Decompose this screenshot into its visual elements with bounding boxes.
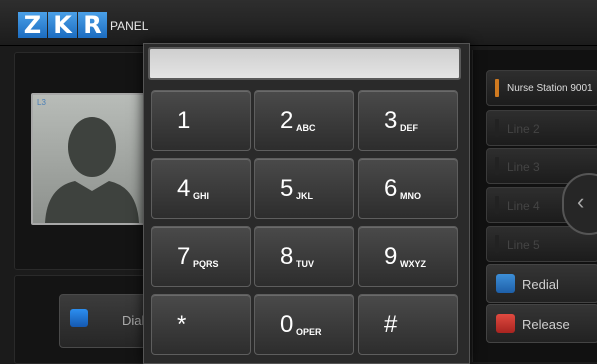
- redial-button[interactable]: Redial: [486, 264, 597, 303]
- release-button[interactable]: Release: [486, 304, 597, 343]
- line-button-2[interactable]: Line 2: [486, 110, 597, 146]
- line-status-indicator: [495, 119, 499, 137]
- dial-number-input[interactable]: [148, 47, 461, 80]
- key-9[interactable]: 9 WXYZ: [358, 226, 458, 287]
- top-bar: Z K R PANEL: [0, 0, 597, 46]
- contact-tag: L3: [37, 98, 46, 107]
- key-hash[interactable]: #: [358, 294, 458, 355]
- zkr-logo: Z K R: [18, 12, 108, 38]
- dial-button[interactable]: Dial: [59, 294, 151, 348]
- panel-title: PANEL: [110, 19, 149, 33]
- key-6[interactable]: 6 MNO: [358, 158, 458, 219]
- key-2[interactable]: 2 ABC: [254, 90, 354, 151]
- line-status-indicator: [495, 196, 499, 214]
- key-1[interactable]: 1: [151, 90, 251, 151]
- key-star[interactable]: *: [151, 294, 251, 355]
- line-status-indicator: [495, 157, 499, 175]
- contact-avatar: L3: [31, 93, 153, 225]
- person-silhouette-icon: [45, 117, 139, 223]
- chevron-left-icon: ‹: [577, 189, 585, 214]
- redial-icon: [496, 274, 515, 293]
- line-status-indicator: [495, 79, 499, 97]
- key-8[interactable]: 8 TUV: [254, 226, 354, 287]
- key-7[interactable]: 7 PQRS: [151, 226, 251, 287]
- key-3[interactable]: 3 DEF: [358, 90, 458, 151]
- key-4[interactable]: 4 GHI: [151, 158, 251, 219]
- key-0[interactable]: 0 OPER: [254, 294, 354, 355]
- hang-up-icon: [496, 314, 515, 333]
- line-button-nurse-station[interactable]: Nurse Station 9001: [486, 70, 597, 106]
- line-status-indicator: [495, 235, 499, 253]
- phone-book-icon: [70, 309, 88, 327]
- key-5[interactable]: 5 JKL: [254, 158, 354, 219]
